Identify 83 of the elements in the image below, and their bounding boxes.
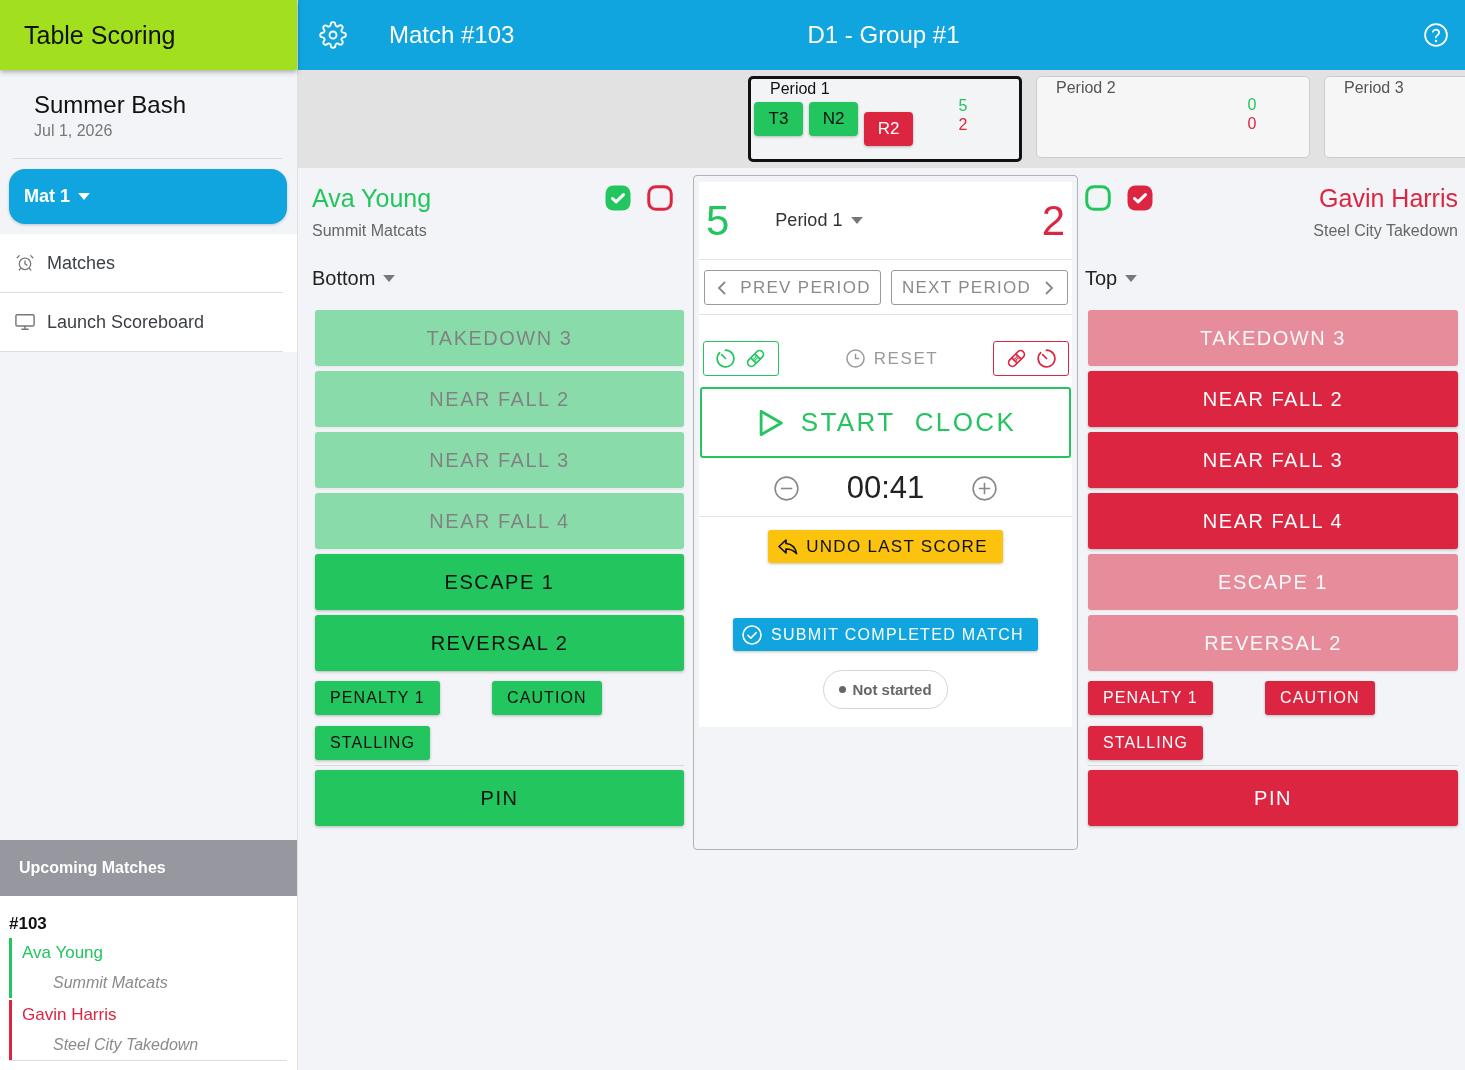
penalty-button[interactable]: CAUTION — [492, 681, 602, 715]
pin-button[interactable]: PIN — [315, 770, 684, 826]
timer-icon — [716, 349, 735, 368]
wrestler-name: Ava Young — [312, 183, 432, 213]
submit-match-button[interactable]: SUBMIT COMPLETED MATCH — [733, 618, 1038, 651]
score-chip: T3 — [754, 102, 803, 136]
help-icon[interactable] — [1424, 23, 1448, 47]
period-card[interactable]: Period 2 0 0 — [1036, 76, 1310, 158]
injury-time-button[interactable] — [703, 341, 779, 376]
prev-period-button[interactable]: PREV PERIOD — [704, 270, 881, 305]
check-circle-icon — [742, 624, 763, 645]
checkbox[interactable] — [1127, 185, 1153, 211]
undo-button[interactable]: UNDO LAST SCORE — [768, 530, 1003, 563]
score-value: 2 — [1041, 197, 1065, 244]
upcoming-wrestler[interactable]: Ava Young Summit Matcats — [9, 938, 287, 998]
score-value: 5 — [706, 197, 730, 244]
play-icon — [758, 408, 785, 437]
score-chip: N2 — [809, 102, 858, 136]
match-title: Match #103 — [389, 21, 515, 49]
penalty-button[interactable]: PENALTY 1 — [315, 681, 440, 715]
period-dropdown[interactable]: Period 1 — [775, 210, 864, 231]
timer-icon — [1037, 349, 1056, 368]
wrestler-name: Ava Young — [21, 942, 104, 964]
score-button[interactable]: ESCAPE 1 — [315, 554, 684, 610]
status-text: Not started — [852, 681, 932, 698]
nav-item[interactable]: Matches — [0, 234, 283, 293]
plus-circle-icon[interactable] — [972, 475, 998, 501]
period-card[interactable]: Period 1 T3 N2 R2 5 2 — [748, 76, 1022, 162]
undo-icon — [778, 537, 799, 556]
penalty-button[interactable]: STALLING — [315, 726, 430, 760]
bandage-icon — [1006, 348, 1027, 369]
score-button[interactable]: NEAR FALL 4 — [1088, 493, 1458, 549]
group-title: D1 - Group #1 — [807, 21, 960, 49]
settings-icon[interactable] — [319, 21, 347, 49]
team-name: Summit Matcats — [52, 973, 169, 993]
app-title: Table Scoring — [0, 0, 297, 70]
score-button[interactable]: NEAR FALL 3 — [1088, 432, 1458, 488]
period-card[interactable]: Period 3 — [1324, 76, 1465, 158]
team-name: Steel City Takedown — [52, 1035, 200, 1055]
mat-selector[interactable]: Mat 1 — [9, 169, 287, 224]
caret-icon — [1125, 275, 1138, 282]
wrestler-name: Gavin Harris — [21, 1004, 118, 1026]
injury-time-button[interactable] — [993, 341, 1069, 376]
dot-icon — [839, 686, 847, 693]
period-label: Period 3 — [1343, 78, 1405, 97]
team-name: Summit Matcats — [312, 221, 428, 241]
pin-button[interactable]: PIN — [1088, 770, 1458, 826]
match-number: #103 — [9, 913, 48, 935]
position-dropdown[interactable]: Bottom — [312, 267, 396, 290]
event-date: Jul 1, 2026 — [34, 122, 114, 140]
team-name: Steel City Takedown — [1312, 221, 1459, 241]
caret-icon — [78, 193, 90, 200]
score-button[interactable]: REVERSAL 2 — [315, 615, 684, 671]
reset-button[interactable]: RESET — [845, 348, 939, 369]
period-score: 0 — [1247, 95, 1257, 114]
penalty-button[interactable]: STALLING — [1088, 726, 1203, 760]
position-dropdown[interactable]: Top — [1085, 267, 1138, 290]
event-name: Summer Bash — [34, 91, 188, 119]
alarm-clock-icon — [15, 254, 35, 272]
score-button[interactable]: NEAR FALL 2 — [1088, 371, 1458, 427]
nav-item[interactable]: Launch Scoreboard — [0, 293, 283, 352]
upcoming-header: Upcoming Matches — [0, 840, 297, 896]
next-period-button[interactable]: NEXT PERIOD — [891, 270, 1068, 305]
penalty-button[interactable]: CAUTION — [1265, 681, 1375, 715]
wrestler-name: Gavin Harris — [1319, 183, 1459, 213]
period-score: 5 — [958, 96, 968, 115]
minus-circle-icon[interactable] — [773, 475, 799, 501]
checkbox[interactable] — [647, 185, 673, 211]
score-chip: R2 — [864, 112, 913, 146]
period-label: Period 1 — [769, 79, 831, 98]
period-score: 0 — [1247, 114, 1257, 133]
checkbox[interactable] — [1085, 185, 1111, 211]
clock-time: 00:41 — [846, 470, 925, 506]
monitor-icon — [15, 313, 35, 331]
bandage-icon — [745, 348, 766, 369]
period-score: 2 — [958, 115, 968, 134]
period-label: Period 2 — [1055, 78, 1117, 97]
checkbox[interactable] — [605, 185, 631, 211]
penalty-button[interactable]: PENALTY 1 — [1088, 681, 1213, 715]
clock-icon — [845, 349, 865, 368]
upcoming-wrestler[interactable]: Gavin Harris Steel City Takedown — [9, 1000, 287, 1060]
caret-icon — [383, 275, 396, 282]
caret-icon — [851, 217, 864, 224]
